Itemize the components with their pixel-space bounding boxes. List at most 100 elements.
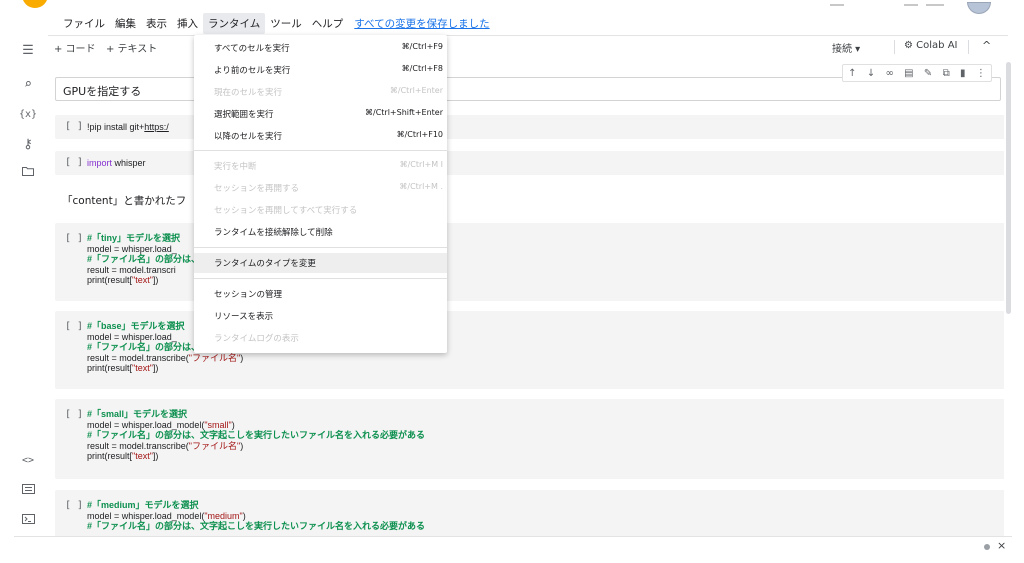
add-code-button[interactable]: + コード [54,40,96,55]
menu-item-shortcut: ⌘/Ctrl+F8 [401,64,443,73]
code-keyword: import [87,158,113,168]
heading-text: GPUを指定する [63,85,142,98]
search-icon[interactable]: ⌕ [18,76,38,94]
menu-insert[interactable]: 挿入 [172,13,203,34]
run-cell-button[interactable]: [ ] [65,121,83,132]
colab-ai-button[interactable]: ⚙ Colab AI [904,40,957,51]
table-of-contents-icon[interactable]: ☰ [18,42,38,60]
menu-file[interactable]: ファイル [58,13,110,34]
code-comment: #「medium」モデルを選択 [87,500,199,510]
menu-item-view-runtime-logs[interactable]: ランタイムログの表示 [194,328,447,348]
add-text-button[interactable]: + テキスト [106,40,157,55]
more-icon[interactable]: ⋮ [976,68,986,79]
code-text: model = whisper.load_model( [87,419,205,430]
code-text: whisper [112,158,146,168]
code-text: print(result[ [87,275,133,285]
delete-icon[interactable]: ▮ [960,68,966,79]
menu-item-restart-run-all[interactable]: セッションを再開してすべて実行する [194,200,447,220]
menu-item-shortcut: ⌘/Ctrl+M I [399,160,443,169]
code-text: ) [242,510,246,521]
menu-item-label: すべてのセルを実行 [214,44,290,54]
scroll-thumb[interactable] [1006,62,1011,314]
code-block: #「tiny」モデルを選択 model = whisper.load_ #「ファ… [87,233,200,286]
code-string: "text" [132,275,153,285]
link-icon[interactable]: ∞ [886,68,894,79]
menu-item-restart-session[interactable]: セッションを再開する ⌘/Ctrl+M . [194,178,447,198]
menu-runtime[interactable]: ランタイム [203,12,266,34]
code-string: "text" [132,451,153,461]
key-icon[interactable]: ⚷ [18,136,38,154]
code-text: model = whisper.load_ [87,331,177,342]
status-dot [984,544,990,550]
code-text: result = model.transcribe( [87,352,189,363]
text-cell-content: 「content」と書かれたフ [62,195,187,207]
colab-logo[interactable] [22,0,48,8]
run-cell-button[interactable]: [ ] [65,157,83,168]
code-comment: #「ファイル名」の部分は、 [87,342,201,352]
menu-item-run-before[interactable]: より前のセルを実行 ⌘/Ctrl+F8 [194,60,447,80]
terminal-icon[interactable] [18,512,38,530]
menu-item-change-runtime-type[interactable]: ランタイムのタイプを変更 [194,253,447,273]
code-snippets-icon[interactable]: <> [18,452,38,470]
code-comment: #「ファイル名」の部分は、文字起こしを実行したいファイル名を入れる必要がある [87,430,426,440]
notebook-content: GPUを指定する ↑ ↓ ∞ ▤ ✎ ⧉ ▮ ⋮ [ ] !pip instal… [48,58,1004,536]
menu-tools[interactable]: ツール [265,13,307,34]
code-text: ]) [152,363,159,373]
menu-item-disconnect-delete[interactable]: ランタイムを接続解除して削除 [194,222,447,242]
menu-item-label: セッションを再開してすべて実行する [214,206,358,216]
menu-item-run-all[interactable]: すべてのセルを実行 ⌘/Ctrl+F9 [194,38,447,58]
code-cell[interactable]: [ ] #「medium」モデルを選択 model = whisper.load… [55,490,1004,536]
code-text: !pip install git+ [87,122,145,132]
menu-item-run-selection[interactable]: 選択範囲を実行 ⌘/Ctrl+Shift+Enter [194,104,447,124]
code-string: "medium" [204,510,243,521]
close-status-button[interactable]: × [997,539,1006,552]
run-cell-button[interactable]: [ ] [65,233,83,244]
code-link[interactable]: https:/ [144,122,169,132]
code-cell[interactable]: [ ] #「small」モデルを選択 model = whisper.load_… [55,399,1004,479]
notebook-scrollbar[interactable] [1004,58,1012,536]
menu-item-shortcut: ⌘/Ctrl+F9 [401,42,443,51]
run-cell-button[interactable]: [ ] [65,321,83,332]
move-down-icon[interactable]: ↓ [867,68,875,79]
menu-item-label: 以降のセルを実行 [214,132,283,142]
connect-button[interactable]: 接続 ▾ [832,40,860,55]
run-cell-button[interactable]: [ ] [65,500,83,511]
runtime-menu-dropdown: すべてのセルを実行 ⌘/Ctrl+F9 より前のセルを実行 ⌘/Ctrl+F8 … [194,35,447,353]
comment-icon[interactable]: ▤ [904,68,913,79]
colab-ai-label: Colab AI [916,40,958,51]
menu-item-manage-sessions[interactable]: セッションの管理 [194,284,447,304]
menu-help[interactable]: ヘルプ [307,13,349,34]
menu-item-view-resources[interactable]: リソースを表示 [194,306,447,326]
code-comment: #「small」モデルを選択 [87,409,188,419]
code-comment: #「base」モデルを選択 [87,321,185,331]
menu-item-shortcut: ⌘/Ctrl+Enter [389,86,443,95]
save-status-link[interactable]: すべての変更を保存しました [354,16,489,31]
folder-icon[interactable] [18,164,38,182]
command-palette-icon[interactable] [18,482,38,500]
menubar: ファイル 編集 表示 挿入 ランタイム ツール ヘルプ すべての変更を保存しまし… [58,12,490,34]
menu-view[interactable]: 表示 [141,13,172,34]
edit-icon[interactable]: ✎ [924,68,932,79]
code-text: ]) [152,275,159,285]
menu-item-interrupt[interactable]: 実行を中断 ⌘/Ctrl+M I [194,156,447,176]
menu-divider [194,278,447,279]
code-text: ]) [152,451,159,461]
code-text: result = model.transcri [87,264,176,275]
move-up-icon[interactable]: ↑ [848,68,856,79]
code-line: !pip install git+https:/ [87,122,169,133]
colab-ai-icon: ⚙ [904,40,913,51]
run-cell-button[interactable]: [ ] [65,409,83,420]
menu-item-shortcut: ⌘/Ctrl+Shift+Enter [365,108,443,117]
menu-item-run-after[interactable]: 以降のセルを実行 ⌘/Ctrl+F10 [194,126,447,146]
collapse-header-button[interactable]: ^ [982,39,991,52]
code-text: result = model.transcribe( [87,440,189,451]
mirror-icon[interactable]: ⧉ [943,68,950,79]
menu-item-label: セッションを再開する [214,184,300,194]
menu-item-run-current[interactable]: 現在のセルを実行 ⌘/Ctrl+Enter [194,82,447,102]
code-text: print(result[ [87,363,133,373]
menu-edit[interactable]: 編集 [110,13,141,34]
code-string: "small" [204,419,232,430]
menu-item-label: ランタイムを接続解除して削除 [214,228,333,238]
variables-icon[interactable]: {x} [18,106,38,124]
avatar[interactable] [967,2,991,14]
